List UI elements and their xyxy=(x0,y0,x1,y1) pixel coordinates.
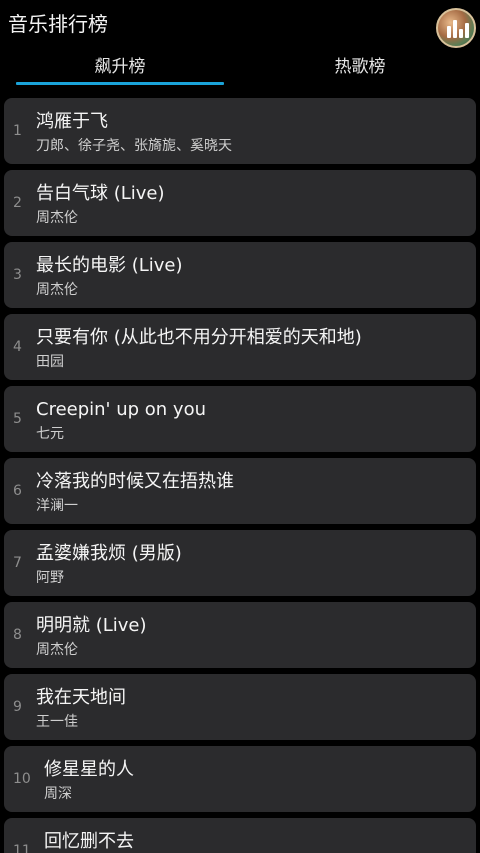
tab-hot-songs-chart[interactable]: 热歌榜 xyxy=(240,50,480,86)
tab-bar: 飙升榜 热歌榜 xyxy=(0,50,480,90)
song-row[interactable]: 6 冷落我的时候又在捂热谁 洋澜一 xyxy=(4,458,476,524)
song-artist: 周深 xyxy=(44,786,72,802)
song-title: 回忆删不去 xyxy=(44,831,134,852)
song-artist: 洋澜一 xyxy=(36,498,78,514)
song-artist: 周杰伦 xyxy=(36,282,78,298)
song-row[interactable]: 9 我在天地间 王一佳 xyxy=(4,674,476,740)
song-row[interactable]: 8 明明就 (Live) 周杰伦 xyxy=(4,602,476,668)
song-artist: 七元 xyxy=(36,426,64,442)
song-rank: 3 xyxy=(13,267,22,283)
equalizer-bars-icon xyxy=(447,20,469,38)
song-row[interactable]: 1 鸿雁于飞 刀郎、徐子尧、张旖旎、奚晓天 xyxy=(4,98,476,164)
song-rank: 6 xyxy=(13,483,22,499)
song-list[interactable]: 1 鸿雁于飞 刀郎、徐子尧、张旖旎、奚晓天 2 告白气球 (Live) 周杰伦 … xyxy=(0,96,480,853)
song-title: 我在天地间 xyxy=(36,687,126,708)
song-title: 只要有你 (从此也不用分开相爱的天和地) xyxy=(36,327,362,348)
tab-selected-indicator xyxy=(16,82,224,85)
song-rank: 9 xyxy=(13,699,22,715)
song-rank: 2 xyxy=(13,195,22,211)
song-rank: 5 xyxy=(13,411,22,427)
song-row[interactable]: 3 最长的电影 (Live) 周杰伦 xyxy=(4,242,476,308)
song-rank: 8 xyxy=(13,627,22,643)
song-title: 告白气球 (Live) xyxy=(36,183,165,204)
song-title: 修星星的人 xyxy=(44,759,134,780)
song-artist: 刀郎、徐子尧、张旖旎、奚晓天 xyxy=(36,138,232,154)
song-artist: 田园 xyxy=(36,354,64,370)
app-bar: 音乐排行榜 xyxy=(0,0,480,50)
song-title: 孟婆嫌我烦 (男版) xyxy=(36,543,182,564)
app-screen: 音乐排行榜 飙升榜 热歌榜 1 鸿雁于飞 刀郎、徐子尧、张旖旎、奚晓天 2 告白… xyxy=(0,0,480,853)
song-artist: 王一佳 xyxy=(36,714,78,730)
song-artist: 周杰伦 xyxy=(36,210,78,226)
song-title: Creepin' up on you xyxy=(36,399,206,420)
song-row[interactable]: 4 只要有你 (从此也不用分开相爱的天和地) 田园 xyxy=(4,314,476,380)
song-title: 冷落我的时候又在捂热谁 xyxy=(36,471,234,492)
song-artist: 阿野 xyxy=(36,570,64,586)
song-row[interactable]: 2 告白气球 (Live) 周杰伦 xyxy=(4,170,476,236)
song-rank: 11 xyxy=(13,843,31,853)
song-rank: 4 xyxy=(13,339,22,355)
song-rank: 1 xyxy=(13,123,22,139)
page-title: 音乐排行榜 xyxy=(8,12,108,36)
song-title: 鸿雁于飞 xyxy=(36,111,108,132)
song-row[interactable]: 7 孟婆嫌我烦 (男版) 阿野 xyxy=(4,530,476,596)
song-row[interactable]: 10 修星星的人 周深 xyxy=(4,746,476,812)
song-rank: 7 xyxy=(13,555,22,571)
song-rank: 10 xyxy=(13,771,31,787)
avatar[interactable] xyxy=(436,8,476,48)
tab-soaring-chart[interactable]: 飙升榜 xyxy=(0,50,240,86)
song-artist: 周杰伦 xyxy=(36,642,78,658)
song-row[interactable]: 11 回忆删不去 xyxy=(4,818,476,853)
song-title: 最长的电影 (Live) xyxy=(36,255,183,276)
song-row[interactable]: 5 Creepin' up on you 七元 xyxy=(4,386,476,452)
song-title: 明明就 (Live) xyxy=(36,615,147,636)
